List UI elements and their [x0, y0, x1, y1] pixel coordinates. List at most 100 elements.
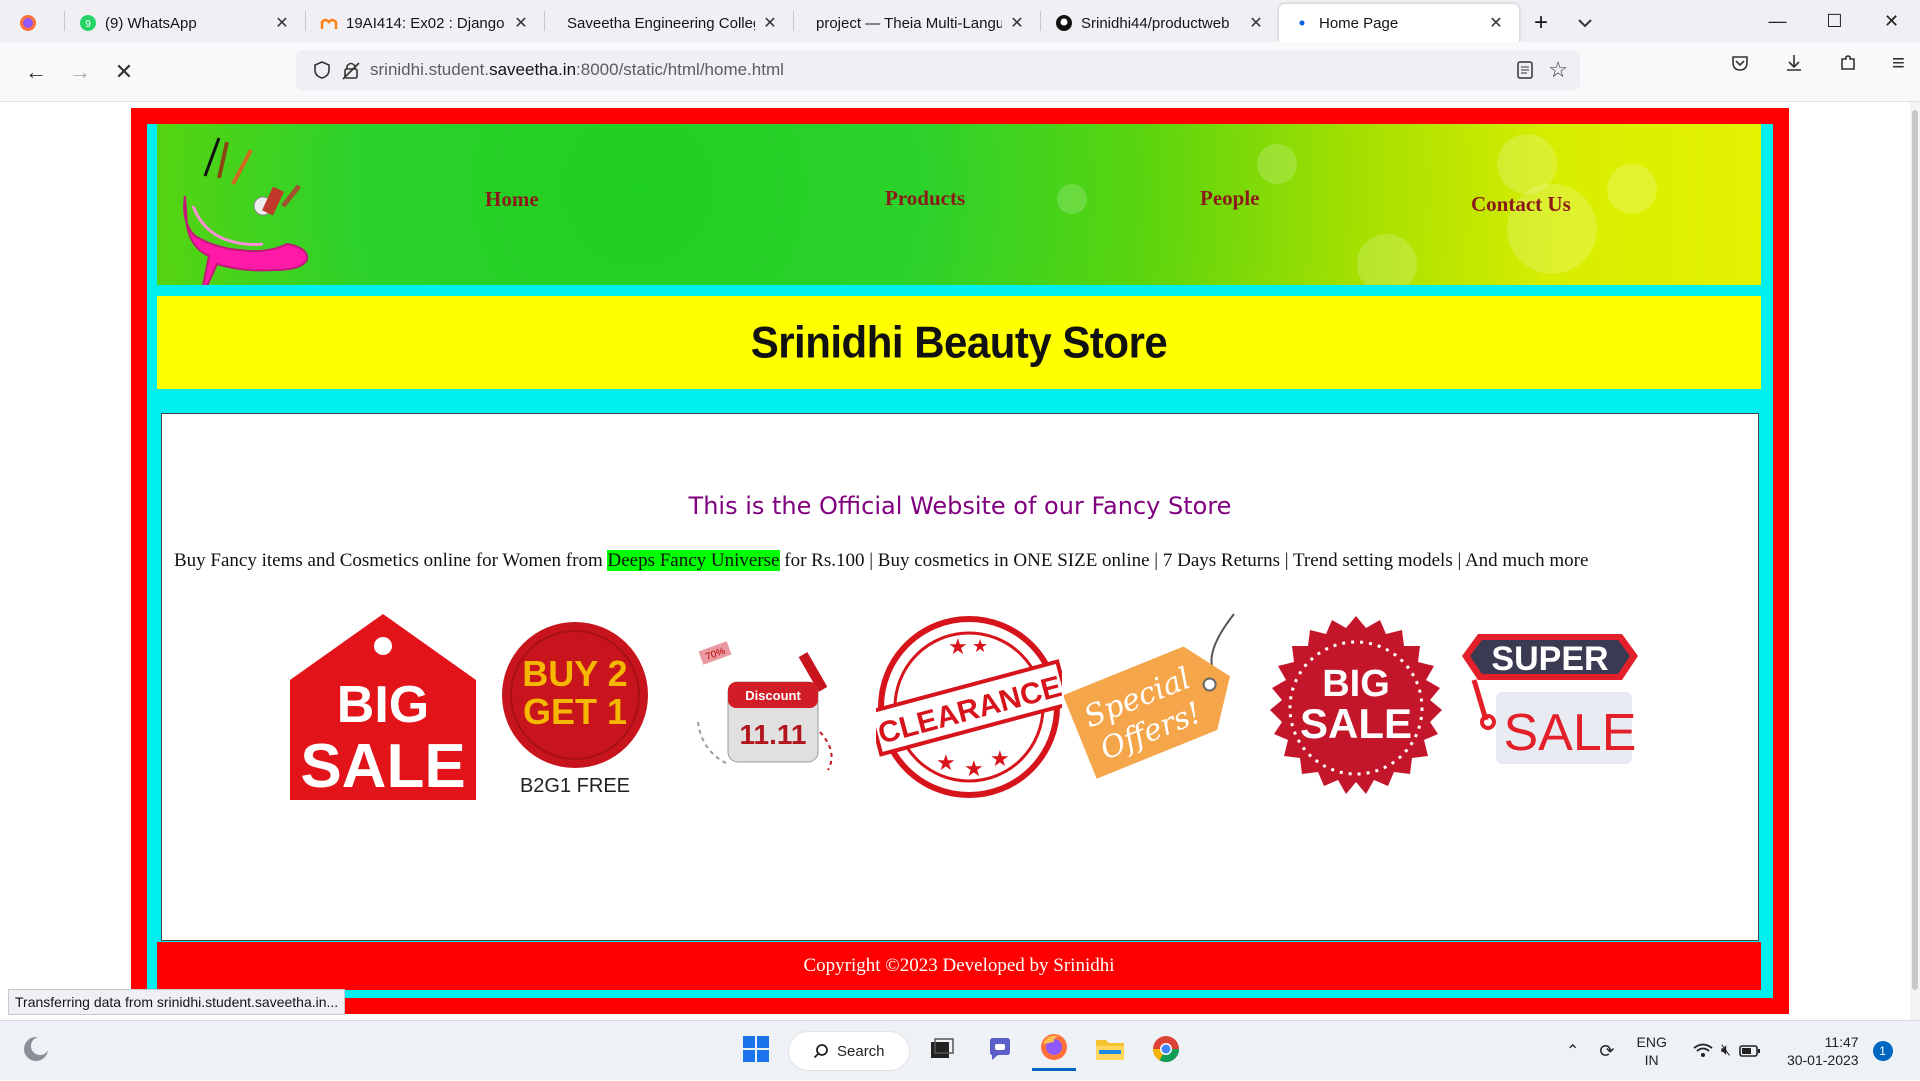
- chrome-icon: [1151, 1034, 1181, 1069]
- arrow-right-icon: →: [69, 58, 91, 84]
- store-title-bar: Srinidhi Beauty Store: [157, 296, 1761, 389]
- arrow-left-icon: ←: [25, 58, 47, 84]
- back-button[interactable]: ←: [14, 50, 58, 94]
- badge-text: SALE: [300, 732, 465, 801]
- badge-text: Discount: [745, 688, 801, 703]
- extensions-icon[interactable]: [1838, 53, 1858, 73]
- close-icon[interactable]: ✕: [761, 13, 779, 33]
- close-icon: ✕: [1883, 10, 1900, 31]
- minimize-icon: —: [1768, 10, 1787, 31]
- svg-text:★: ★: [936, 750, 956, 775]
- window-controls: — ☐ ✕: [1749, 0, 1920, 42]
- maximize-button[interactable]: ☐: [1806, 0, 1863, 42]
- big-sale-tag-badge: BIG SALE: [288, 612, 478, 807]
- task-view-button[interactable]: [920, 1031, 964, 1071]
- store-name-highlight: Deeps Fancy Universe: [607, 550, 780, 571]
- close-icon[interactable]: ✕: [273, 13, 291, 33]
- teams-chat-button[interactable]: [978, 1031, 1022, 1071]
- badge-text: BUY 2: [522, 653, 627, 694]
- github-icon: [1055, 14, 1073, 32]
- page-viewport: Home Products People Contact Us Srinidhi…: [0, 102, 1910, 1020]
- pocket-icon[interactable]: [1730, 53, 1750, 73]
- page-footer: Copyright ©2023 Developed by Srinidhi: [157, 942, 1761, 990]
- tab-theia[interactable]: project — Theia Multi-Languag ✕: [794, 4, 1040, 42]
- tab-django[interactable]: 19AI414: Ex02 : Django OR ✕: [306, 4, 544, 42]
- nav-people[interactable]: People: [1200, 186, 1259, 211]
- firefox-taskbar-button[interactable]: [1032, 1031, 1076, 1071]
- wifi-icon[interactable]: [1693, 1043, 1713, 1059]
- new-tab-button[interactable]: +: [1519, 4, 1563, 42]
- firefox-icon: [19, 14, 37, 32]
- svg-text:★: ★: [990, 746, 1010, 771]
- badge-text: BIG: [337, 676, 429, 734]
- download-icon[interactable]: [1784, 53, 1804, 73]
- speaker-muted-icon[interactable]: 🔇︎: [1721, 1042, 1731, 1060]
- url-host: saveetha.in: [489, 60, 577, 79]
- whatsapp-icon: 9: [79, 14, 97, 32]
- forward-button[interactable]: →: [58, 50, 102, 94]
- minimize-button[interactable]: —: [1749, 0, 1806, 42]
- close-icon[interactable]: ✕: [512, 13, 530, 33]
- tab-title: project — Theia Multi-Languag: [816, 14, 1002, 32]
- tab-whatsapp[interactable]: 9 (9) WhatsApp ✕: [65, 4, 305, 42]
- badge-text: SALE: [1300, 700, 1412, 747]
- task-view-icon: [929, 1037, 955, 1065]
- tagline: Buy Fancy items and Cosmetics online for…: [174, 550, 1754, 572]
- weather-widget[interactable]: [16, 1031, 56, 1071]
- chrome-button[interactable]: [1144, 1031, 1188, 1071]
- super-sale-badge: SUPER SALE: [1460, 632, 1640, 787]
- chevron-up-icon[interactable]: ⌃: [1566, 1041, 1579, 1061]
- battery-icon[interactable]: [1739, 1044, 1761, 1058]
- close-icon[interactable]: ✕: [1247, 13, 1265, 33]
- stop-icon: ✕: [114, 58, 134, 84]
- nav-home[interactable]: Home: [485, 187, 539, 212]
- special-offers-tag-badge: Special Offers!: [1062, 612, 1244, 797]
- search-icon: [813, 1043, 829, 1059]
- badge-text: GET 1: [523, 691, 627, 732]
- clock-date: 30-01-2023: [1786, 1052, 1859, 1068]
- notification-badge[interactable]: 1: [1872, 1041, 1893, 1061]
- status-bar: Transferring data from srinidhi.student.…: [8, 989, 346, 1015]
- language-indicator[interactable]: ENG IN: [1637, 1033, 1667, 1069]
- close-icon[interactable]: ✕: [1008, 13, 1026, 33]
- scrollbar-thumb[interactable]: [1912, 110, 1918, 990]
- badge-text: SALE: [1504, 704, 1637, 762]
- tab-home-page[interactable]: Home Page ✕: [1279, 4, 1519, 42]
- svg-text:★: ★: [972, 636, 988, 656]
- start-button[interactable]: [734, 1031, 778, 1071]
- menu-icon[interactable]: ≡: [1892, 50, 1905, 76]
- sync-icon[interactable]: ⟳: [1599, 1041, 1614, 1062]
- tab-saveetha[interactable]: Saveetha Engineering College ✕: [545, 4, 793, 42]
- clearance-stamp-badge: ★ ★ ★ ★ ★ CLEARANCE: [867, 614, 1072, 805]
- url-bar[interactable]: srinidhi.student. saveetha.in:8000/static…: [296, 50, 1580, 90]
- list-tabs-button[interactable]: [1563, 4, 1607, 42]
- svg-text:9: 9: [85, 19, 91, 30]
- nav-contact-us[interactable]: Contact Us: [1471, 192, 1571, 217]
- close-icon[interactable]: ✕: [1487, 13, 1505, 33]
- close-window-button[interactable]: ✕: [1863, 0, 1920, 42]
- chat-icon: [986, 1035, 1014, 1068]
- main-content: This is the Official Website of our Fanc…: [161, 413, 1759, 941]
- header-banner: Home Products People Contact Us: [157, 124, 1761, 285]
- lang-top: ENG: [1636, 1034, 1667, 1050]
- shoe-logo: [175, 136, 315, 285]
- tab-github[interactable]: Srinidhi44/productweb ✕: [1041, 4, 1279, 42]
- page-title: Srinidhi Beauty Store: [750, 317, 1168, 367]
- url-prefix: srinidhi.student.: [370, 60, 490, 79]
- stop-button[interactable]: ✕: [102, 50, 146, 94]
- tab-title: Srinidhi44/productweb: [1081, 14, 1230, 32]
- dot-icon: [1293, 14, 1311, 32]
- file-explorer-button[interactable]: [1088, 1031, 1132, 1071]
- reader-view-icon[interactable]: [1516, 60, 1534, 80]
- windows-logo-icon: [742, 1035, 770, 1068]
- bookmark-star-icon[interactable]: ☆: [1548, 57, 1568, 83]
- system-tray: ⌃ ⟳ ENG IN 🔇︎ 11:47 30-01-2023 1: [1566, 1021, 1893, 1081]
- vertical-scrollbar[interactable]: [1910, 102, 1920, 1020]
- tab-firefox[interactable]: [0, 4, 64, 42]
- clock[interactable]: 11:47 30-01-2023: [1787, 1033, 1859, 1069]
- nav-products[interactable]: Products: [885, 186, 965, 211]
- search-label: Search: [837, 1042, 885, 1060]
- taskbar-search[interactable]: Search: [788, 1031, 910, 1071]
- tab-title: Saveetha Engineering College: [567, 14, 755, 32]
- clock-time: 11:47: [1824, 1034, 1859, 1050]
